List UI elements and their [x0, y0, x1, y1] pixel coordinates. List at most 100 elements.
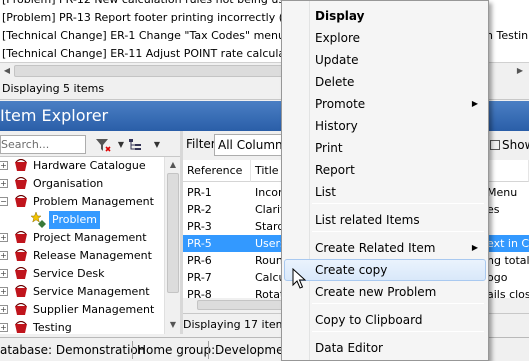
- red-bucket-icon: [15, 159, 27, 171]
- menu-separator: [312, 231, 484, 232]
- list-item[interactable]: [Problem] PR-13 Report footer printing i…: [0, 9, 303, 27]
- vertical-scrollbar[interactable]: ▲ ▼: [164, 157, 180, 334]
- red-bucket-icon: [15, 267, 27, 279]
- list-item[interactable]: [Technical Change] ER-11 Adjust POINT ra…: [0, 45, 306, 62]
- tree-item[interactable]: + Supplier Management: [0, 301, 164, 319]
- menu-item-data-editor[interactable]: Data Editor: [284, 337, 486, 359]
- list-item[interactable]: [Technical Change] ER-1 Change "Tax Code…: [0, 27, 303, 45]
- menu-item-list-related-items[interactable]: List related Items: [284, 209, 486, 231]
- filter-label: Filter: [186, 137, 216, 151]
- tree-item[interactable]: + Service Management: [0, 283, 164, 301]
- menu-item-promote[interactable]: Promote ▶: [284, 93, 486, 115]
- status-home-group-label: Home group:: [137, 343, 216, 357]
- menu-item-display[interactable]: Display: [284, 5, 486, 27]
- menu-item-history[interactable]: History: [284, 115, 486, 137]
- tree-item-label: Service Management: [33, 285, 150, 298]
- tree-item[interactable]: + Testing: [0, 319, 164, 334]
- menu-item-delete[interactable]: Delete: [284, 71, 486, 93]
- menu-item-label: Create copy: [315, 263, 388, 277]
- menu-separator: [312, 331, 484, 332]
- tree-item-label: Project Management: [33, 231, 147, 244]
- submenu-arrow-icon: ▶: [471, 99, 478, 108]
- search-input[interactable]: Search...: [0, 135, 86, 154]
- scroll-down-icon[interactable]: ▼: [167, 319, 179, 331]
- menu-item-label: Copy to Clipboard: [315, 313, 423, 327]
- cell-reference: PR-1: [187, 186, 212, 199]
- scroll-right-icon[interactable]: ▶: [514, 65, 526, 77]
- red-bucket-icon: [15, 249, 27, 261]
- tree-expander-icon[interactable]: +: [0, 251, 8, 260]
- menu-separator: [312, 303, 484, 304]
- menu-item-label: List related Items: [315, 213, 420, 227]
- mouse-cursor-icon: [292, 268, 306, 289]
- tree-item-label: Testing: [33, 321, 72, 334]
- tree-item-problem[interactable]: Problem: [0, 211, 164, 229]
- red-bucket-icon: [15, 321, 27, 333]
- show-label: Show: [502, 138, 529, 152]
- tree-expander-icon[interactable]: +: [0, 233, 8, 242]
- tree-expander-icon[interactable]: +: [0, 305, 8, 314]
- tree-view-icon[interactable]: [126, 136, 144, 154]
- menu-item-update[interactable]: Update: [284, 49, 486, 71]
- scroll-thumb[interactable]: [167, 173, 179, 293]
- tree-item[interactable]: − Problem Management: [0, 193, 164, 211]
- item-type-tree[interactable]: + Hardware Catalogue + Organisation − Problem…: [0, 157, 164, 334]
- red-bucket-icon: [15, 177, 27, 189]
- scroll-left-icon[interactable]: ◀: [1, 65, 13, 77]
- tree-item[interactable]: + Organisation: [0, 175, 164, 193]
- menu-item-label: List: [315, 185, 336, 199]
- menu-item-label: Report: [315, 163, 355, 177]
- menu-item-explore[interactable]: Explore: [284, 27, 486, 49]
- menu-item-label: Create Related Item: [315, 241, 436, 255]
- cell-extra: es: [487, 203, 500, 216]
- cell-reference: PR-3: [187, 220, 212, 233]
- tree-expander-icon[interactable]: +: [0, 287, 8, 296]
- cell-extra: Menu: [487, 186, 518, 199]
- menu-item-label: Data Editor: [315, 341, 383, 355]
- tree-expander-icon[interactable]: −: [0, 197, 8, 206]
- tree-item[interactable]: + Hardware Catalogue: [0, 157, 164, 175]
- menu-item-create-copy[interactable]: Create copy: [284, 259, 486, 281]
- cell-extra: ext in Cl: [487, 237, 529, 250]
- menu-item-label: Create new Problem: [315, 285, 437, 299]
- column-header-reference[interactable]: Reference: [183, 160, 251, 182]
- status-home-group-value: Developme: [215, 343, 284, 357]
- menu-item-create-related-item[interactable]: Create Related Item ▶: [284, 237, 486, 259]
- menu-item-copy-to-clipboard[interactable]: Copy to Clipboard: [284, 309, 486, 331]
- list-item-fragment: n Testin: [486, 29, 529, 42]
- red-bucket-icon: [15, 231, 27, 243]
- context-menu: Display Explore Update Delete Promote ▶ Histor…: [281, 0, 489, 361]
- scroll-up-icon[interactable]: ▲: [167, 159, 179, 171]
- menu-item-label: History: [315, 119, 358, 133]
- cell-reference: PR-2: [187, 203, 212, 216]
- tree-expander-icon[interactable]: +: [0, 269, 8, 278]
- menu-item-label: Explore: [315, 31, 361, 45]
- show-button[interactable]: Show: [486, 134, 529, 156]
- tree-item[interactable]: + Service Desk: [0, 265, 164, 283]
- dropdown-arrow-icon[interactable]: ▼: [148, 136, 166, 154]
- tree-expander-icon[interactable]: +: [0, 179, 8, 188]
- cell-reference: PR-6: [187, 254, 212, 267]
- tree-item-label: Hardware Catalogue: [33, 159, 146, 172]
- menu-item-label: Print: [315, 141, 343, 155]
- tree-item-label: Problem Management: [33, 195, 154, 208]
- cell-extra: ng total: [487, 254, 529, 267]
- tree-item[interactable]: + Release Management: [0, 247, 164, 265]
- menu-item-create-new-problem[interactable]: Create new Problem: [284, 281, 486, 303]
- menu-separator: [312, 203, 484, 204]
- tree-item[interactable]: + Project Management: [0, 229, 164, 247]
- menu-item-label: Promote: [315, 97, 366, 111]
- star-diamond-icon: [31, 212, 46, 228]
- menu-item-print[interactable]: Print: [284, 137, 486, 159]
- tree-expander-icon[interactable]: +: [0, 161, 8, 170]
- red-bucket-icon: [15, 285, 27, 297]
- menu-item-report[interactable]: Report: [284, 159, 486, 181]
- filter-icon[interactable]: [94, 136, 112, 154]
- menu-item-label: Update: [315, 53, 359, 67]
- tree-expander-icon[interactable]: +: [0, 323, 8, 332]
- tree-item-label: Service Desk: [33, 267, 105, 280]
- tree-item-label: Release Management: [33, 249, 152, 262]
- cell-reference: PR-5: [187, 237, 212, 250]
- menu-item-label: Delete: [315, 75, 355, 89]
- menu-item-list[interactable]: List: [284, 181, 486, 203]
